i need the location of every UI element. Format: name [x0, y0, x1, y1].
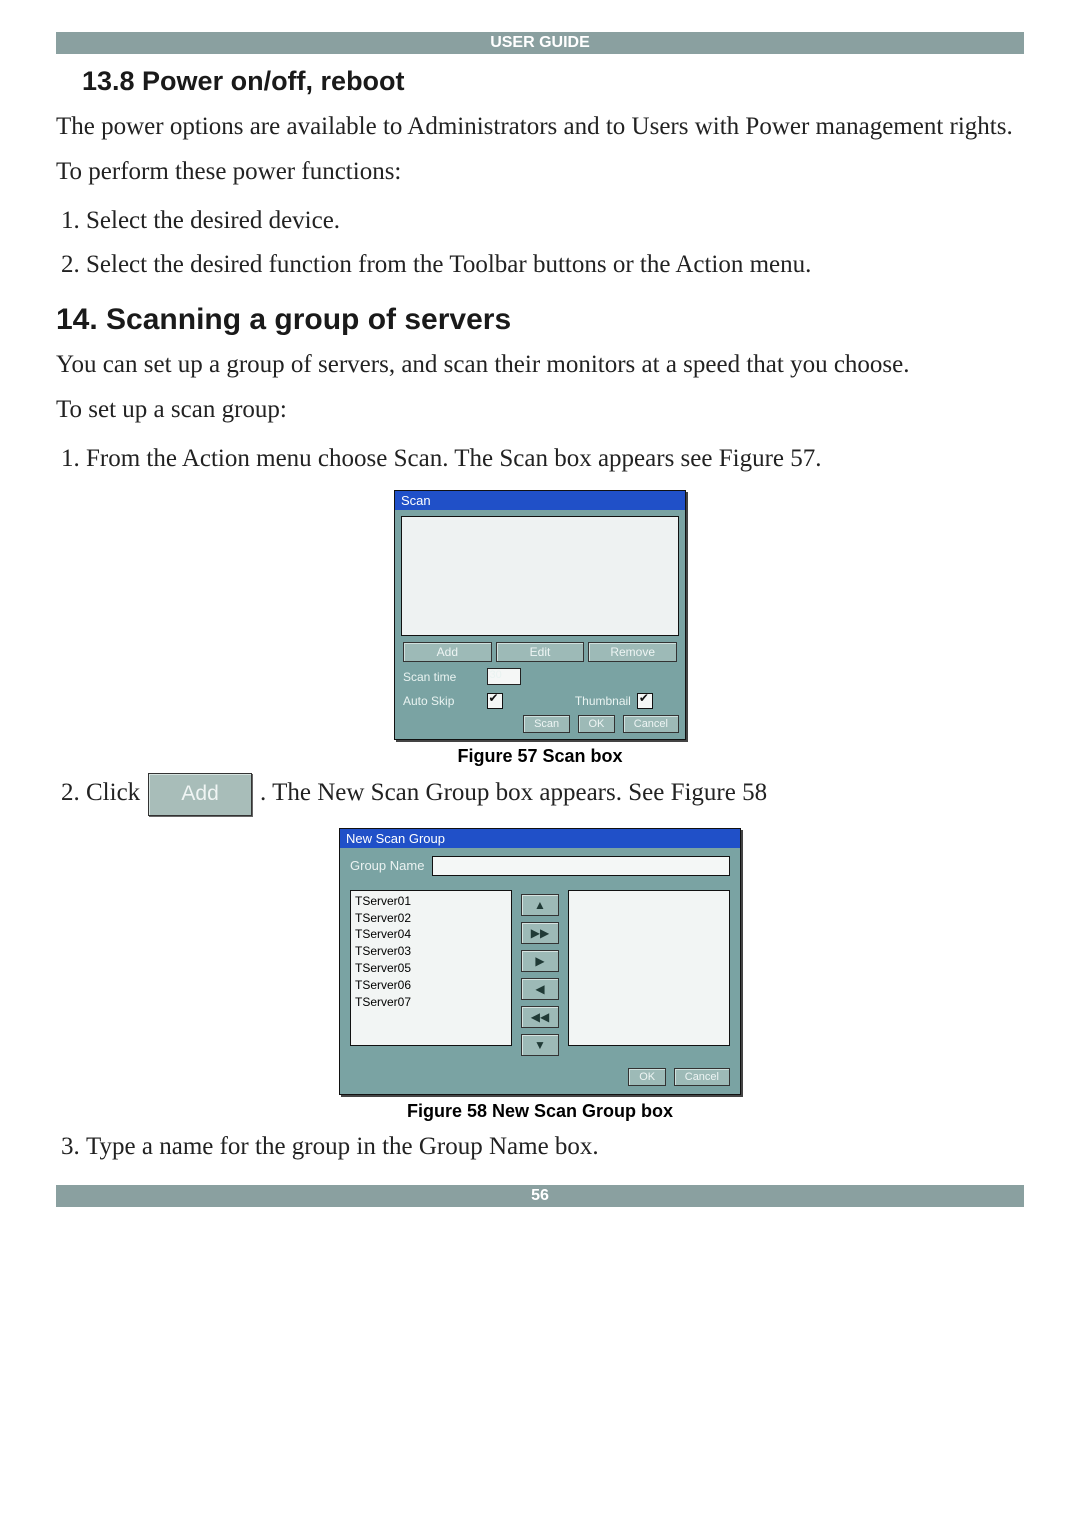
li2-prefix: Click — [86, 779, 146, 806]
remove-all-icon[interactable]: ◀◀ — [521, 1006, 559, 1028]
list-item[interactable]: TServer05 — [355, 960, 507, 977]
list-item[interactable]: TServer07 — [355, 994, 507, 1011]
scan-time-label: Scan time — [403, 670, 481, 684]
group-name-label: Group Name — [350, 858, 424, 873]
list-item[interactable]: TServer06 — [355, 977, 507, 994]
list-item: Select the desired device. — [86, 202, 1024, 241]
auto-skip-label: Auto Skip — [403, 694, 481, 708]
list-item: Select the desired function from the Too… — [86, 246, 1024, 285]
add-button-inline[interactable]: Add — [148, 773, 251, 816]
auto-skip-checkbox[interactable] — [487, 693, 503, 709]
available-servers-list[interactable]: TServer01 TServer02 TServer04 TServer03 … — [350, 890, 512, 1046]
remove-button[interactable]: Remove — [588, 642, 677, 662]
list-item[interactable]: TServer02 — [355, 910, 507, 927]
list-item: Type a name for the group in the Group N… — [86, 1128, 1024, 1167]
add-one-icon[interactable]: ▶ — [521, 950, 559, 972]
scan-dialog: Scan Add Edit Remove Scan time 30 Auto S… — [394, 490, 686, 740]
list-item[interactable]: TServer03 — [355, 943, 507, 960]
li2-suffix: . The New Scan Group box appears. See Fi… — [260, 779, 767, 806]
list-item[interactable]: TServer01 — [355, 893, 507, 910]
footer-bar: 56 — [56, 1185, 1024, 1207]
body-text: You can set up a group of servers, and s… — [56, 349, 1024, 380]
figure-57-caption: Figure 57 Scan box — [56, 746, 1024, 767]
add-all-icon[interactable]: ▶▶ — [521, 922, 559, 944]
scan-button[interactable]: Scan — [523, 715, 570, 733]
list-item: Click Add . The New Scan Group box appea… — [86, 773, 1024, 816]
ordered-list: From the Action menu choose Scan. The Sc… — [56, 440, 1024, 479]
ok-button[interactable]: OK — [578, 715, 616, 733]
thumbnail-checkbox[interactable] — [637, 693, 653, 709]
selected-servers-list[interactable] — [568, 890, 730, 1046]
chapter-heading-14: 14. Scanning a group of servers — [56, 303, 1024, 337]
scan-groups-list[interactable] — [401, 516, 679, 636]
body-text: To perform these power functions: — [56, 156, 1024, 187]
move-up-icon[interactable]: ▲ — [521, 894, 559, 916]
move-down-icon[interactable]: ▼ — [521, 1034, 559, 1056]
body-text: To set up a scan group: — [56, 394, 1024, 425]
ordered-list: Select the desired device. Select the de… — [56, 202, 1024, 286]
ordered-list: Type a name for the group in the Group N… — [56, 1128, 1024, 1167]
nsg-dialog-title: New Scan Group — [340, 829, 740, 848]
cancel-button[interactable]: Cancel — [674, 1068, 730, 1086]
header-bar: USER GUIDE — [56, 32, 1024, 54]
list-item: From the Action menu choose Scan. The Sc… — [86, 440, 1024, 479]
group-name-input[interactable] — [432, 856, 730, 876]
section-heading-13-8: 13.8 Power on/off, reboot — [82, 66, 1024, 97]
body-text: The power options are available to Admin… — [56, 111, 1024, 142]
add-button[interactable]: Add — [403, 642, 492, 662]
remove-one-icon[interactable]: ◀ — [521, 978, 559, 1000]
scan-dialog-title: Scan — [395, 491, 685, 510]
figure-58-caption: Figure 58 New Scan Group box — [56, 1101, 1024, 1122]
edit-button[interactable]: Edit — [496, 642, 585, 662]
ordered-list: Click Add . The New Scan Group box appea… — [56, 773, 1024, 816]
list-item[interactable]: TServer04 — [355, 926, 507, 943]
ok-button[interactable]: OK — [628, 1068, 666, 1086]
new-scan-group-dialog: New Scan Group Group Name TServer01 TSer… — [339, 828, 741, 1095]
scan-time-input[interactable]: 30 — [487, 668, 521, 685]
thumbnail-label: Thumbnail — [551, 694, 631, 708]
cancel-button[interactable]: Cancel — [623, 715, 679, 733]
